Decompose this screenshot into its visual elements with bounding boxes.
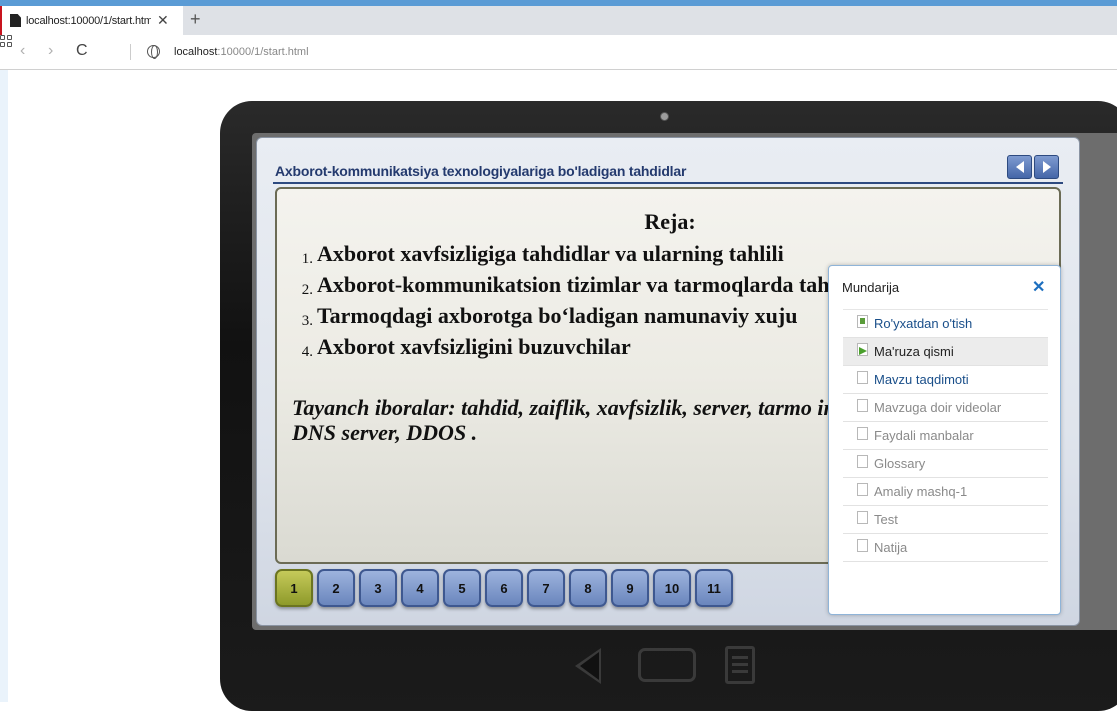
page-icon [857, 483, 868, 496]
toc-item[interactable]: Mavzu taqdimoti [843, 366, 1048, 394]
tablet-hardware-buttons [575, 646, 765, 686]
plan-item-number: 1. [301, 251, 313, 267]
toc-item-label: Mavzu taqdimoti [874, 372, 969, 387]
page-button-6[interactable]: 6 [485, 569, 523, 607]
page-button-9[interactable]: 9 [611, 569, 649, 607]
tab-bar: localhost:10000/1/start.html ✕ + [0, 6, 1117, 35]
toc-item-label: Faydali manbalar [874, 428, 974, 443]
new-tab-button[interactable]: + [190, 9, 201, 30]
toc-item-label: Amaliy mashq-1 [874, 484, 968, 499]
divider [130, 44, 131, 60]
page-button-8[interactable]: 8 [569, 569, 607, 607]
plan-item-number: 3. [301, 313, 313, 329]
toc-title: Mundarija [842, 280, 900, 295]
page-icon [857, 427, 868, 440]
toc-item[interactable]: Mavzuga doir videolar [843, 394, 1048, 422]
page-icon [857, 455, 868, 468]
toc-item-label: Ma'ruza qismi [874, 344, 954, 359]
tablet-home-icon[interactable] [638, 648, 696, 682]
toc-item-label: Ro'yxatdan o'tish [874, 316, 973, 331]
toc-panel: Mundarija ✕ Ro'yxatdan o'tish Ma'ruza qis… [828, 265, 1061, 615]
tab-close-icon[interactable]: ✕ [157, 12, 169, 29]
browser-tab[interactable]: localhost:10000/1/start.html ✕ [0, 6, 183, 35]
toc-item[interactable]: Glossary [843, 450, 1048, 478]
address-bar: ‹ › C localhost:10000/1/start.html [0, 35, 1117, 70]
page-button-4[interactable]: 4 [401, 569, 439, 607]
plan-item-number: 2. [301, 282, 313, 298]
reload-button[interactable]: C [76, 42, 88, 60]
globe-icon [147, 45, 160, 59]
page-button-1[interactable]: 1 [275, 569, 313, 607]
toc-item-label: Glossary [874, 456, 926, 471]
page-button-10[interactable]: 10 [653, 569, 691, 607]
url-field[interactable]: localhost:10000/1/start.html [174, 46, 309, 58]
toc-item-label: Mavzuga doir videolar [874, 400, 1002, 415]
back-button[interactable]: ‹ [20, 42, 25, 60]
checked-page-icon [857, 315, 868, 328]
next-slide-button[interactable] [1034, 155, 1059, 179]
apps-grid-icon[interactable] [0, 35, 12, 47]
tablet-menu-icon[interactable] [725, 646, 755, 684]
page-button-11[interactable]: 11 [695, 569, 733, 607]
page-icon [857, 539, 868, 552]
toc-item[interactable]: Ro'yxatdan o'tish [843, 310, 1048, 338]
toc-item[interactable]: Faydali manbalar [843, 422, 1048, 450]
lesson-title: Axborot-kommunikatsiya texnologiyalariga… [275, 163, 687, 179]
page-button-2[interactable]: 2 [317, 569, 355, 607]
forward-button[interactable]: › [48, 42, 53, 60]
toc-close-icon[interactable]: ✕ [1032, 277, 1045, 297]
url-path: :10000/1/start.html [217, 46, 309, 58]
page-buttons: 1 2 3 4 5 6 7 8 9 10 11 [275, 569, 733, 607]
toc-item[interactable]: Amaliy mashq-1 [843, 478, 1048, 506]
prev-slide-button[interactable] [1007, 155, 1032, 179]
page-icon [857, 511, 868, 524]
page-icon [10, 14, 21, 27]
title-underline [273, 182, 1063, 184]
plan-item-number: 4. [301, 344, 313, 360]
url-host: localhost [174, 46, 218, 58]
toc-item[interactable]: Natija [843, 534, 1048, 562]
page-button-3[interactable]: 3 [359, 569, 397, 607]
plan-heading: Reja: [644, 209, 696, 234]
toc-item-label: Test [874, 512, 898, 527]
toc-item[interactable]: Test [843, 506, 1048, 534]
page-left-strip [0, 70, 8, 702]
page-button-5[interactable]: 5 [443, 569, 481, 607]
arrow-page-icon [857, 343, 868, 356]
page-icon [857, 371, 868, 384]
toc-item[interactable]: Ma'ruza qismi [843, 338, 1048, 366]
toc-list: Ro'yxatdan o'tish Ma'ruza qismi Mavzu taqd… [843, 309, 1048, 562]
page-button-7[interactable]: 7 [527, 569, 565, 607]
tab-title: localhost:10000/1/start.html [26, 14, 151, 27]
camera-dot [660, 112, 669, 121]
toc-item-label: Natija [874, 540, 908, 555]
arrow-right-icon [1042, 161, 1051, 173]
page-icon [857, 399, 868, 412]
tablet-back-icon[interactable] [575, 648, 601, 684]
arrow-left-icon [1015, 161, 1024, 173]
